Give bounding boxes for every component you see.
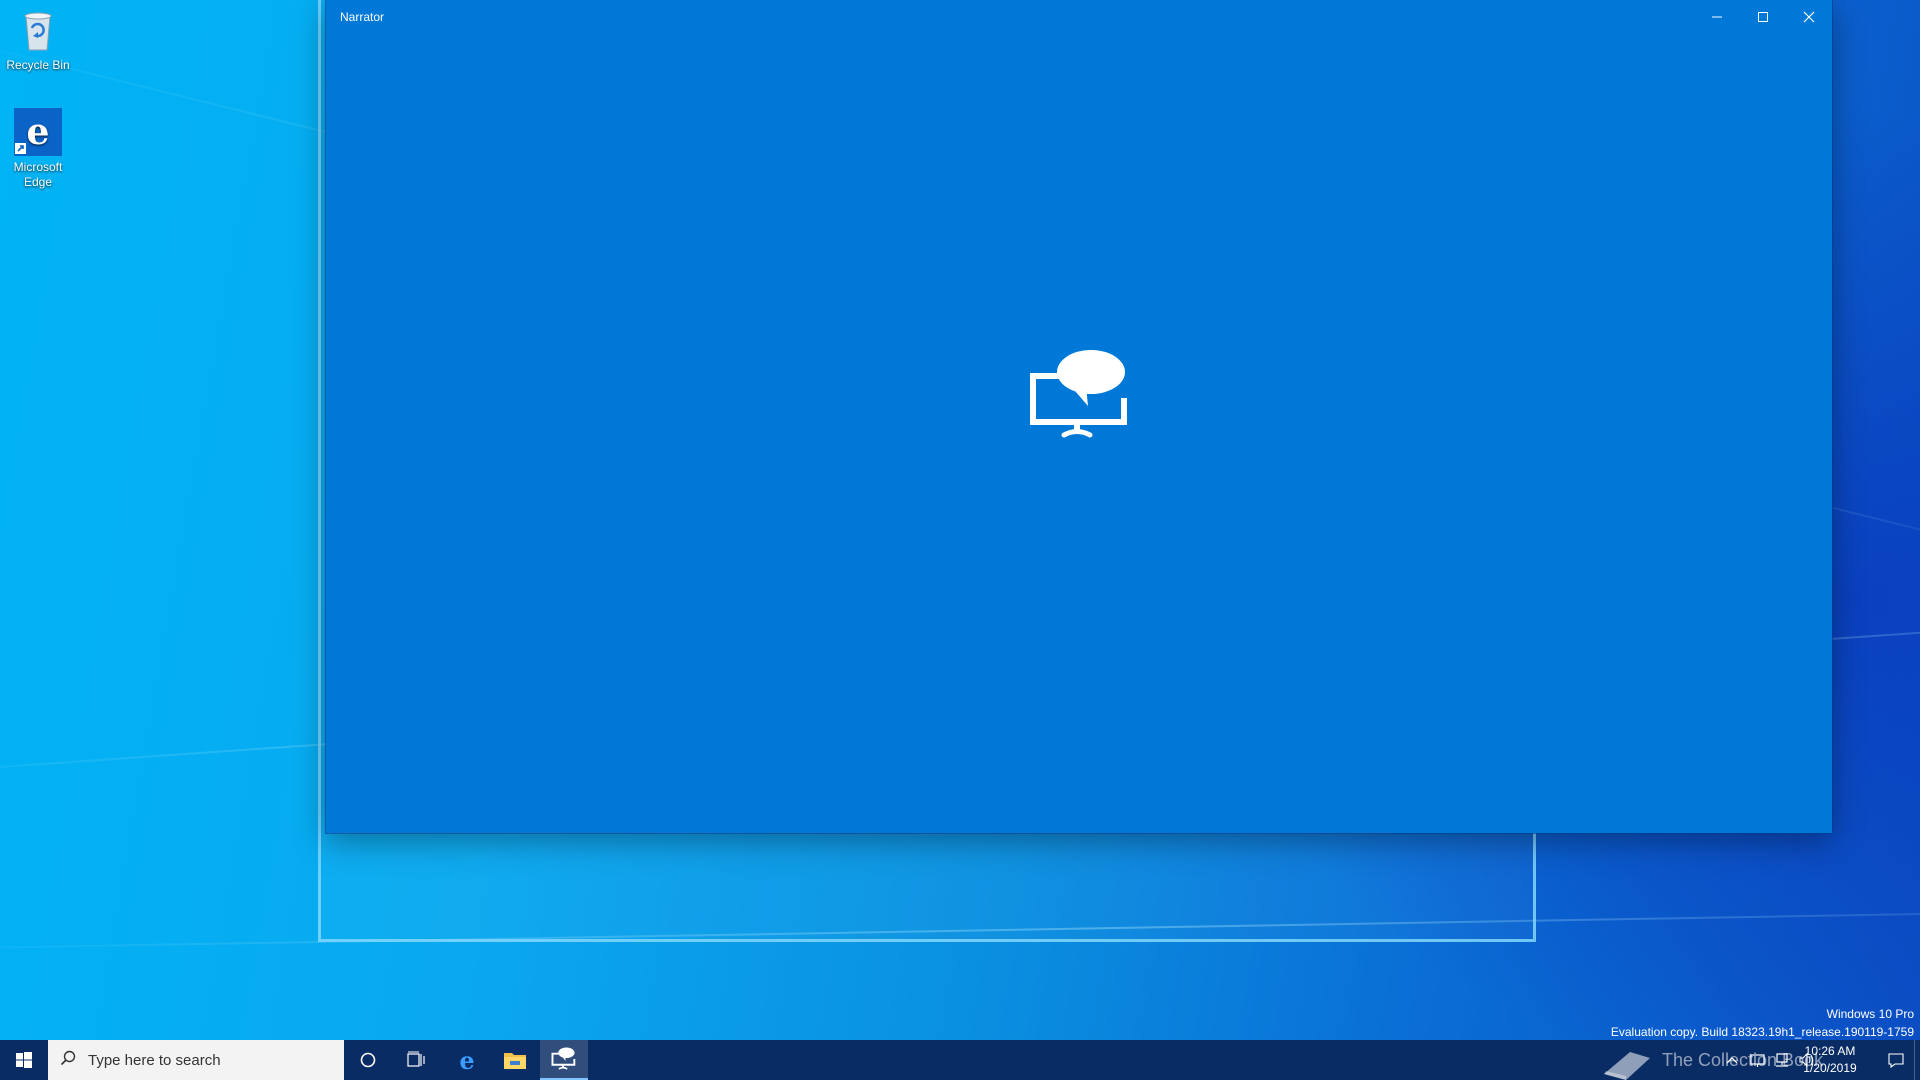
taskbar: e The C — [0, 1040, 1920, 1080]
desktop-icon-recycle-bin[interactable]: Recycle Bin — [0, 6, 76, 73]
action-center-button[interactable] — [1886, 1050, 1906, 1070]
close-button[interactable] — [1786, 0, 1832, 33]
clock-time: 10:26 AM — [1804, 1044, 1856, 1058]
cortana-button[interactable] — [344, 1040, 392, 1080]
svg-text:e: e — [459, 1048, 474, 1072]
narrator-window[interactable]: Narrator — [326, 0, 1832, 833]
task-view-button[interactable] — [392, 1040, 440, 1080]
taskbar-narrator-button[interactable] — [540, 1040, 588, 1080]
desktop-icon-label: Microsoft Edge — [13, 160, 63, 189]
start-button[interactable] — [0, 1040, 48, 1080]
watermark-build: Evaluation copy. Build 18323.19h1_releas… — [1610, 1025, 1914, 1039]
book-icon — [1604, 1052, 1650, 1080]
close-icon — [1803, 11, 1815, 22]
chevron-up-icon — [1726, 1057, 1738, 1064]
taskbar-file-explorer-button[interactable] — [491, 1040, 539, 1080]
network-button[interactable] — [1772, 1050, 1792, 1070]
taskbar-search-box[interactable] — [48, 1040, 344, 1080]
narrator-logo-icon — [1026, 348, 1136, 448]
maximize-button[interactable] — [1740, 0, 1786, 33]
search-input[interactable] — [86, 1050, 330, 1070]
svg-text:e: e — [27, 111, 50, 153]
notification-icon — [1888, 1053, 1904, 1068]
edge-icon: e — [459, 1048, 474, 1072]
cortana-icon — [360, 1052, 376, 1068]
recycle-bin-icon — [14, 6, 62, 54]
taskbar-edge-button[interactable]: e — [443, 1040, 491, 1080]
windows-logo-icon — [16, 1052, 32, 1068]
watermark-edition: Windows 10 Pro — [1826, 1007, 1914, 1021]
folder-icon — [504, 1053, 526, 1069]
maximize-icon — [1758, 11, 1768, 22]
desktop-icon-label: Recycle Bin — [6, 58, 70, 72]
taskbar-clock[interactable]: 10:26 AM 1/20/2019 — [1790, 1043, 1870, 1077]
minimize-icon — [1712, 16, 1722, 17]
system-tray: The Collection Book 10:26 AM 1/20/2019 — [1500, 1040, 1920, 1080]
minimize-button[interactable] — [1694, 0, 1740, 33]
clock-date: 1/20/2019 — [1803, 1061, 1857, 1075]
edge-icon: e — [14, 108, 62, 156]
tray-narrator-button[interactable] — [1748, 1050, 1768, 1070]
window-title: Narrator — [340, 10, 385, 24]
title-bar[interactable]: Narrator — [326, 0, 1832, 33]
task-view-icon — [407, 1051, 425, 1067]
show-desktop-button[interactable] — [1914, 1040, 1920, 1080]
desktop-icon-microsoft-edge[interactable]: e Microsoft Edge — [0, 108, 76, 190]
network-icon — [1776, 1053, 1788, 1067]
show-hidden-icons-button[interactable] — [1722, 1050, 1742, 1070]
search-icon — [60, 1050, 76, 1071]
narrator-icon — [551, 1047, 576, 1070]
evaluation-watermark: Windows 10 Pro Evaluation copy. Build 18… — [1611, 1005, 1914, 1041]
desktop: Recycle Bin e Microsoft Edge Narrator Wi… — [0, 0, 1920, 1080]
monitor-icon — [1750, 1054, 1765, 1067]
